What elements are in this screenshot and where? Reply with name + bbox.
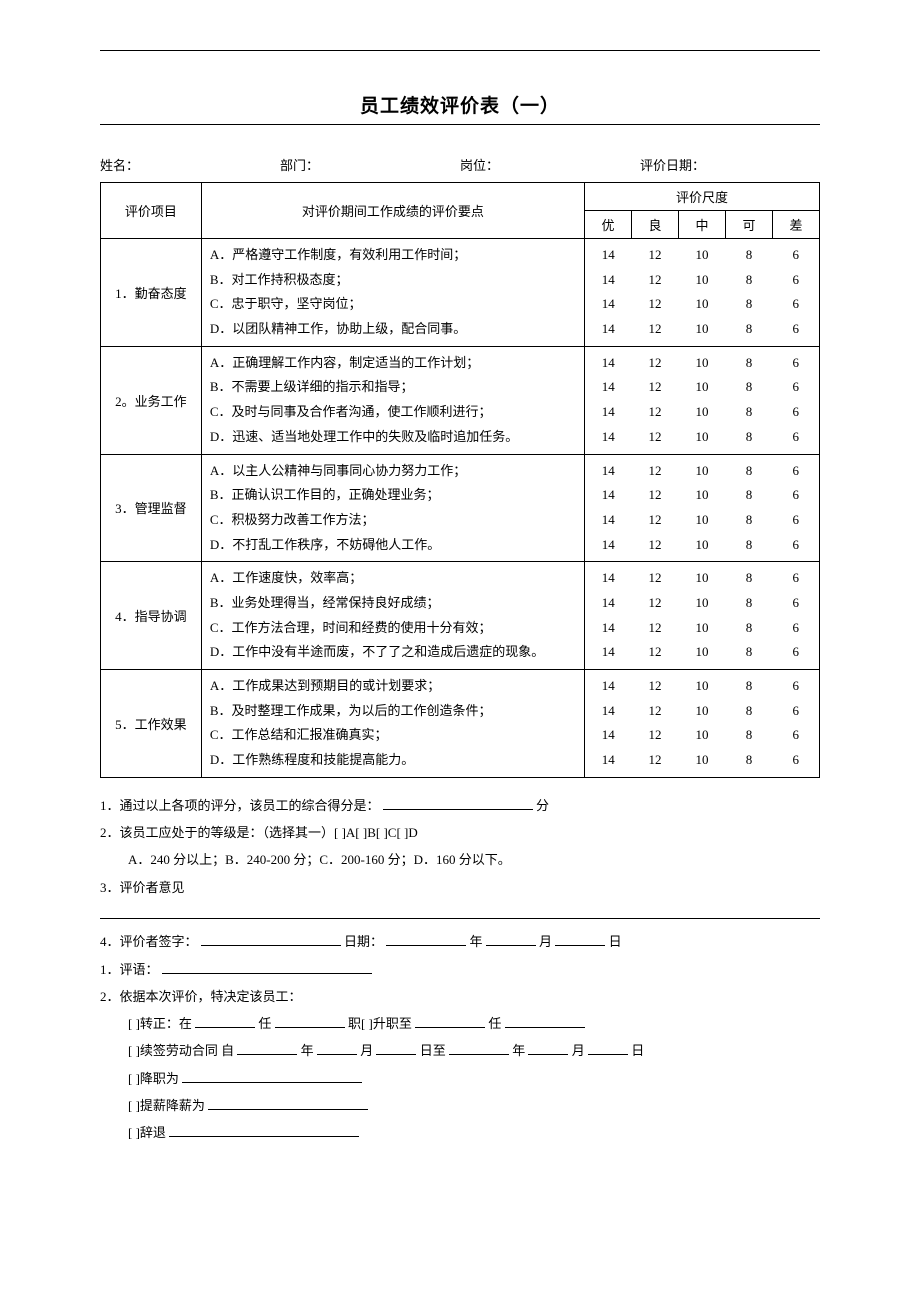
th-level-1: 良 [632, 211, 679, 239]
label-post: 岗位： [460, 155, 640, 174]
blank-d5[interactable] [169, 1136, 359, 1137]
label-dept: 部门： [280, 155, 460, 174]
section-name: 3．管理监督 [101, 454, 202, 562]
score-cell[interactable]: 10101010 [679, 562, 726, 670]
score-cell[interactable]: 10101010 [679, 239, 726, 347]
blank-d4[interactable] [208, 1109, 368, 1110]
th-level-4: 差 [773, 211, 820, 239]
decision-3: [ ]降职为 [100, 1065, 820, 1092]
score-cell[interactable]: 10101010 [679, 346, 726, 454]
score-cell[interactable]: 12121212 [632, 670, 679, 778]
score-cell[interactable]: 6666 [773, 454, 820, 562]
note-2: 2．该员工应处于的等级是：（选择其一）[ ]A[ ]B[ ]C[ ]D [100, 819, 820, 846]
note-4: 4．评价者签字： 日期： 年 月 日 [100, 928, 820, 955]
blank-total-score[interactable] [383, 809, 533, 810]
score-cell[interactable]: 14141414 [585, 239, 632, 347]
th-level-3: 可 [726, 211, 773, 239]
decision-4: [ ]提薪降薪为 [100, 1092, 820, 1119]
blank-d2-5[interactable] [528, 1054, 568, 1055]
blank-opinion[interactable] [100, 918, 820, 919]
blank-year[interactable] [386, 945, 466, 946]
evaluation-table: 评价项目 对评价期间工作成绩的评价要点 评价尺度 优 良 中 可 差 1．勤奋态… [100, 182, 820, 778]
score-cell[interactable]: 6666 [773, 239, 820, 347]
notes-section: 1．通过以上各项的评分，该员工的综合得分是： 分 2．该员工应处于的等级是：（选… [100, 792, 820, 1147]
th-level-2: 中 [679, 211, 726, 239]
decision-2: [ ]续签劳动合同 自 年 月 日至 年 月 日 [100, 1037, 820, 1064]
section-criteria: A．正确理解工作内容，制定适当的工作计划；B．不需要上级详细的指示和指导；C．及… [201, 346, 584, 454]
score-cell[interactable]: 14141414 [585, 346, 632, 454]
note-6: 2．依据本次评价，特决定该员工： [100, 983, 820, 1010]
score-cell[interactable]: 10101010 [679, 670, 726, 778]
section-name: 5．工作效果 [101, 670, 202, 778]
section-name: 1．勤奋态度 [101, 239, 202, 347]
label-date: 评价日期： [640, 155, 820, 174]
score-cell[interactable]: 12121212 [632, 562, 679, 670]
blank-d2-1[interactable] [237, 1054, 297, 1055]
section-criteria: A．工作速度快，效率高；B．业务处理得当，经常保持良好成绩；C．工作方法合理，时… [201, 562, 584, 670]
decision-5: [ ]辞退 [100, 1119, 820, 1146]
label-name: 姓名： [100, 155, 280, 174]
section-criteria: A．工作成果达到预期目的或计划要求；B．及时整理工作成果，为以后的工作创造条件；… [201, 670, 584, 778]
title-underline [100, 124, 820, 125]
blank-d1-2[interactable] [275, 1027, 345, 1028]
score-cell[interactable]: 10101010 [679, 454, 726, 562]
note-5: 1．评语： [100, 956, 820, 983]
section-criteria: A．严格遵守工作制度，有效利用工作时间；B．对工作持积极态度；C．忠于职守，坚守… [201, 239, 584, 347]
section-name: 2。业务工作 [101, 346, 202, 454]
score-cell[interactable]: 8888 [726, 346, 773, 454]
blank-d1-1[interactable] [195, 1027, 255, 1028]
blank-d2-2[interactable] [317, 1054, 357, 1055]
score-cell[interactable]: 8888 [726, 454, 773, 562]
score-cell[interactable]: 14141414 [585, 670, 632, 778]
th-item: 评价项目 [101, 183, 202, 239]
blank-d1-3[interactable] [415, 1027, 485, 1028]
th-level-0: 优 [585, 211, 632, 239]
blank-comment[interactable] [162, 973, 372, 974]
blank-day[interactable] [555, 945, 605, 946]
decision-1: [ ]转正：在 任 职[ ]升职至 任 [100, 1010, 820, 1037]
score-cell[interactable]: 6666 [773, 562, 820, 670]
top-divider [100, 50, 820, 51]
score-cell[interactable]: 8888 [726, 670, 773, 778]
th-scale: 评价尺度 [585, 183, 820, 211]
score-cell[interactable]: 8888 [726, 239, 773, 347]
th-criteria: 对评价期间工作成绩的评价要点 [201, 183, 584, 239]
blank-d2-6[interactable] [588, 1054, 628, 1055]
form-header-row: 姓名： 部门： 岗位： 评价日期： [100, 155, 820, 174]
note-1: 1．通过以上各项的评分，该员工的综合得分是： 分 [100, 792, 820, 819]
score-cell[interactable]: 8888 [726, 562, 773, 670]
score-cell[interactable]: 6666 [773, 346, 820, 454]
blank-d2-3[interactable] [376, 1054, 416, 1055]
score-cell[interactable]: 12121212 [632, 454, 679, 562]
score-cell[interactable]: 12121212 [632, 346, 679, 454]
score-cell[interactable]: 14141414 [585, 562, 632, 670]
note-2-scale: A．240 分以上；B．240-200 分；C．200-160 分；D．160 … [100, 846, 820, 873]
blank-d2-4[interactable] [449, 1054, 509, 1055]
note-3: 3．评价者意见 [100, 874, 820, 901]
score-cell[interactable]: 6666 [773, 670, 820, 778]
blank-month[interactable] [486, 945, 536, 946]
blank-d1-4[interactable] [505, 1027, 585, 1028]
page-title: 员工绩效评价表（一） [100, 91, 820, 118]
score-cell[interactable]: 14141414 [585, 454, 632, 562]
blank-signature[interactable] [201, 945, 341, 946]
blank-d3[interactable] [182, 1082, 362, 1083]
section-name: 4．指导协调 [101, 562, 202, 670]
score-cell[interactable]: 12121212 [632, 239, 679, 347]
section-criteria: A．以主人公精神与同事同心协力努力工作；B．正确认识工作目的，正确处理业务；C．… [201, 454, 584, 562]
